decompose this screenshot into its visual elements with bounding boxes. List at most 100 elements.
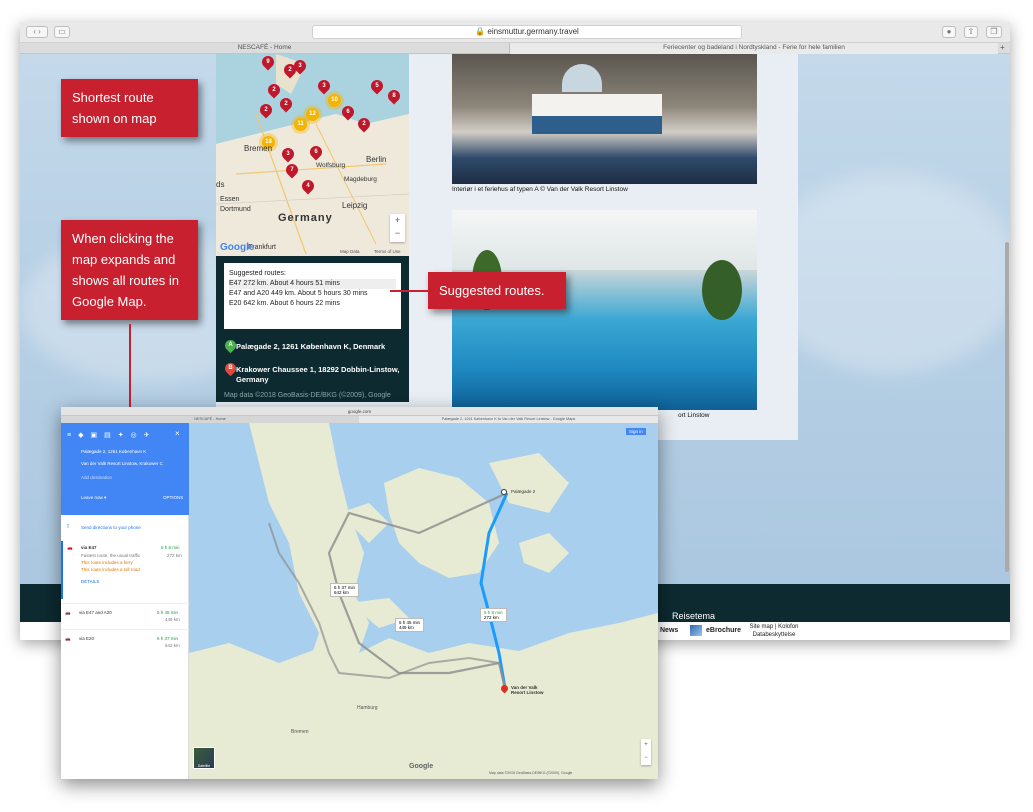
route-distance: 272 km — [167, 553, 182, 558]
gm-map-land — [189, 423, 658, 779]
route-map[interactable]: 9 2 3 5 2 2 3 6 2 7 4 3 6 2 8 12 10 11 1… — [216, 54, 409, 256]
map-pin[interactable]: 3 — [279, 145, 297, 163]
origin-address: Palægade 2, 1261 København K, Denmark — [236, 342, 386, 351]
travel-mode-icons[interactable]: ≡◆▣▤✦◎✈ — [67, 431, 157, 439]
map-pin[interactable]: 8 — [385, 87, 403, 105]
map-label: Magdeburg — [344, 176, 377, 183]
map-pin[interactable]: 2 — [277, 95, 295, 113]
map-cluster[interactable]: 10 — [328, 94, 341, 107]
map-pin[interactable]: 6 — [339, 103, 357, 121]
gm-origin-label: Palægade 2 — [511, 489, 536, 494]
map-country-label: Germany — [278, 212, 333, 224]
back-forward-buttons[interactable]: ‹ › — [26, 26, 48, 38]
sidebar-icon[interactable]: ▭ — [54, 26, 70, 38]
route-row-e47-a20[interactable]: 🚗 via E47 and A20 5 h 45 min 449 km — [61, 603, 189, 627]
footer-news-link[interactable]: News — [660, 627, 678, 634]
tab-nescafe[interactable]: NESCAFÉ - Home — [20, 43, 510, 54]
route-option-e47-a20[interactable]: E47 and A20 449 km. About 5 hours 30 min… — [229, 289, 396, 299]
map-cluster[interactable]: 11 — [294, 118, 307, 131]
route-time: 5 h 8 min — [161, 545, 180, 550]
gm-to-field[interactable]: Van der Valk Resort Linstow, Krakower C — [81, 461, 163, 466]
privacy-link[interactable]: Databeskyttelse — [746, 631, 802, 639]
map-pin[interactable]: 4 — [299, 177, 317, 195]
gm-address-bar[interactable]: google.com — [61, 407, 658, 416]
car-icon: 🚗 — [65, 610, 71, 615]
route-option-e47[interactable]: E47 272 km. About 4 hours 51 mins — [229, 279, 396, 289]
map-pin[interactable]: 2 — [355, 115, 373, 133]
gm-origin-icon — [501, 489, 507, 495]
address-bar[interactable]: 🔒 einsmuttur.germany.travel — [312, 25, 742, 39]
route-time: 5 h 45 min — [157, 610, 179, 615]
phone-icon: ▯ — [67, 523, 70, 528]
bed-runner — [532, 116, 662, 134]
tab-feriecenter[interactable]: Feriecenter og badeland i Nordtyskland -… — [510, 43, 998, 54]
interior-photo — [452, 54, 757, 184]
route-name: via E47 and A20 — [79, 610, 112, 615]
send-to-phone-link[interactable]: Send directions to your phone — [81, 525, 141, 530]
gm-zoom-out[interactable]: − — [641, 752, 651, 765]
map-pin[interactable]: 3 — [291, 57, 309, 75]
map-pin[interactable]: 2 — [265, 81, 283, 99]
gm-from-field[interactable]: Palægade 2, 1261 København K — [81, 449, 146, 454]
route-bubble-fastest[interactable]: 5 h 8 min 272 km — [480, 608, 507, 622]
gm-tab-left[interactable]: NESCAFÉ - Home — [61, 416, 359, 423]
scrollbar[interactable] — [1005, 242, 1009, 572]
browser-tabs: NESCAFÉ - Home Feriecenter og badeland i… — [20, 43, 1010, 54]
url-text: einsmuttur.germany.travel — [487, 27, 579, 36]
callout-clicking-map: When clicking the map expands and shows … — [61, 220, 198, 320]
sitemap-link[interactable]: Site map | Kolofon — [746, 623, 802, 631]
route-time: 6 h 37 min — [157, 636, 179, 641]
map-label: Bremen — [244, 144, 273, 153]
map-label: Dortmund — [220, 206, 251, 213]
callout-shortest-route: Shortest route shown on map — [61, 79, 198, 137]
route-bubble-alt2[interactable]: 6 h 37 min 642 km — [330, 583, 360, 597]
download-icon[interactable]: ● — [942, 26, 956, 38]
window-shape — [562, 64, 602, 92]
callout-connector-line — [129, 324, 131, 408]
zoom-in-button[interactable]: + — [390, 214, 405, 227]
suggested-routes-box: Suggested routes: E47 272 km. About 4 ho… — [224, 263, 401, 329]
map-label: Wolfsburg — [316, 162, 346, 169]
route-details-link[interactable]: DETAILS — [81, 579, 99, 584]
route-row-e47[interactable]: 🚗 via E47 5 h 8 min 272 km Fastest route… — [61, 541, 189, 599]
map-label: ds — [216, 180, 225, 189]
content-area: 9 2 3 5 2 2 3 6 2 7 4 3 6 2 8 12 10 11 1… — [216, 54, 798, 440]
gm-leave-now[interactable]: Leave now ▾ — [81, 495, 106, 501]
route-note: Fastest route, the usual traffic — [81, 553, 141, 558]
map-cluster[interactable]: 12 — [306, 108, 319, 121]
map-pin[interactable]: 2 — [257, 101, 275, 119]
footer-ebrochure-link[interactable]: eBrochure — [706, 627, 741, 634]
map-pin[interactable]: 3 — [315, 77, 333, 95]
map-pin[interactable]: 5 — [368, 77, 386, 95]
gm-zoom-in[interactable]: + — [641, 739, 651, 752]
map-pin[interactable]: 6 — [307, 143, 325, 161]
route-option-e20[interactable]: E20 642 km. About 6 hours 22 mins — [229, 299, 396, 309]
footer-sitemap: Site map | Kolofon Databeskyttelse — [746, 623, 802, 639]
gm-bremen-label: Bremen — [291, 729, 309, 735]
gm-hamburg-label: Hamburg — [357, 705, 378, 711]
car-icon: 🚗 — [67, 545, 73, 550]
google-logo: Google — [220, 242, 255, 253]
gm-sign-in-button[interactable]: Sign in — [626, 428, 646, 435]
gm-close-icon[interactable]: × — [175, 429, 180, 438]
tabs-icon[interactable]: ❐ — [986, 26, 1002, 38]
map-data-link[interactable]: Map Data — [340, 249, 360, 254]
map-label: Essen — [220, 196, 240, 203]
map-pin[interactable]: 7 — [283, 161, 301, 179]
gm-options[interactable]: OPTIONS — [163, 495, 183, 500]
new-tab-icon[interactable]: + — [1000, 43, 1005, 53]
google-map-canvas[interactable]: 5 h 8 min 272 km 5 h 45 min 449 km 6 h 37 … — [189, 423, 658, 779]
terms-link[interactable]: Terms of Use — [374, 249, 401, 254]
footer-reisetema[interactable]: Reisetema — [672, 611, 715, 621]
share-icon[interactable]: ⇧ — [964, 26, 978, 38]
destination-address: Krakower Chaussee 1, 18292 Dobbin-Linsto… — [236, 365, 400, 384]
gm-satellite-toggle[interactable]: Satellite — [193, 747, 215, 769]
gm-tab-right[interactable]: Palægade 2, 1261 København K to Van der … — [359, 416, 658, 423]
route-bubble-alt1[interactable]: 5 h 45 min 449 km — [395, 618, 425, 632]
route-distance: 449 km — [165, 617, 180, 622]
route-row-e20[interactable]: 🚗 via E20 6 h 37 min 642 km — [61, 629, 189, 653]
zoom-controls: + − — [390, 214, 405, 242]
map-label: Berlin — [366, 155, 387, 164]
zoom-out-button[interactable]: − — [390, 227, 405, 240]
gm-add-destination[interactable]: Add destination — [81, 475, 112, 480]
